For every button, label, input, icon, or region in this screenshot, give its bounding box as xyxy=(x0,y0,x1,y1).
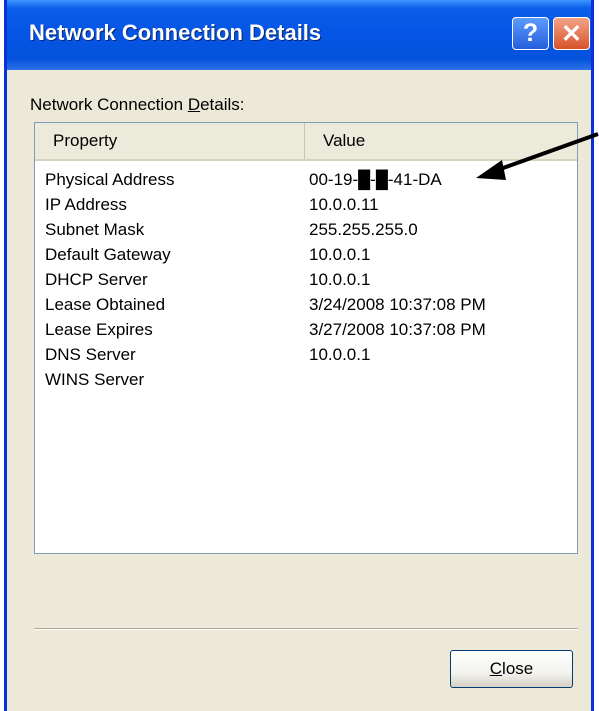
value-cell: 00-19-█-█-41-DA xyxy=(309,170,442,189)
title-close-button[interactable]: ✕ xyxy=(553,17,590,50)
property-cell: Default Gateway xyxy=(45,245,171,264)
list-row[interactable]: DHCP Server 10.0.0.1 xyxy=(35,267,577,292)
property-cell: Lease Obtained xyxy=(45,295,166,314)
title-bar[interactable]: Network Connection Details ? ✕ xyxy=(7,0,591,70)
group-label-suffix: etails: xyxy=(200,95,245,114)
property-cell: DHCP Server xyxy=(45,270,148,289)
list-row[interactable]: Lease Obtained 3/24/2008 10:37:08 PM xyxy=(35,292,577,317)
property-cell: IP Address xyxy=(45,195,127,214)
value-cell: 3/27/2008 10:37:08 PM xyxy=(309,320,486,339)
list-row[interactable]: Lease Expires 3/27/2008 10:37:08 PM xyxy=(35,317,577,342)
annotation-arrow-icon xyxy=(476,132,599,180)
property-cell: DNS Server xyxy=(45,345,136,364)
value-cell: 10.0.0.1 xyxy=(309,270,371,289)
value-cell: 3/24/2008 10:37:08 PM xyxy=(309,295,486,314)
list-row[interactable]: Default Gateway 10.0.0.1 xyxy=(35,242,577,267)
list-rows: Physical Address 00-19-█-█-41-DA IP Addre… xyxy=(35,167,577,392)
group-label-accelerator: D xyxy=(187,95,201,114)
value-cell: 255.255.255.0 xyxy=(309,220,418,239)
value-cell: 10.0.0.11 xyxy=(309,195,379,214)
close-button[interactable]: Close xyxy=(450,650,573,688)
close-button-label: lose xyxy=(502,659,534,678)
list-row[interactable]: DNS Server 10.0.0.1 xyxy=(35,342,577,367)
list-row[interactable]: Subnet Mask 255.255.255.0 xyxy=(35,217,577,242)
value-cell: 10.0.0.1 xyxy=(309,245,371,264)
value-cell: 10.0.0.1 xyxy=(309,345,371,364)
help-button[interactable]: ? xyxy=(512,17,549,50)
column-header-property[interactable]: Property xyxy=(35,123,305,159)
property-cell: WINS Server xyxy=(45,370,145,389)
footer-separator xyxy=(34,628,578,630)
close-icon: ✕ xyxy=(561,19,582,48)
help-icon: ? xyxy=(522,19,539,47)
property-cell: Subnet Mask xyxy=(45,220,145,239)
window-title: Network Connection Details xyxy=(29,20,322,45)
close-button-accelerator: C xyxy=(489,659,503,678)
list-row[interactable]: WINS Server xyxy=(35,367,577,392)
property-cell: Physical Address xyxy=(45,170,175,189)
property-cell: Lease Expires xyxy=(45,320,153,339)
group-label-prefix: Network Connection xyxy=(30,95,188,114)
details-group-label: Network Connection Details: xyxy=(30,95,245,115)
list-row[interactable]: IP Address 10.0.0.11 xyxy=(35,192,577,217)
